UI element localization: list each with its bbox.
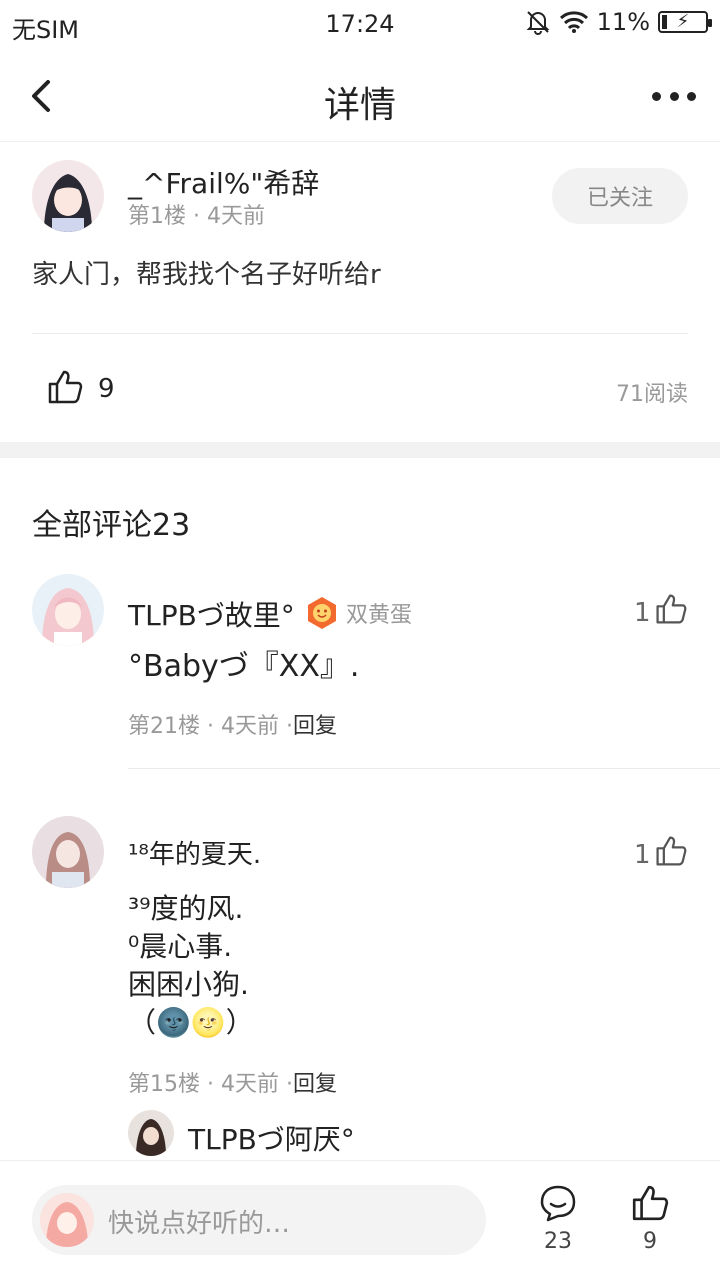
meta-dot: · (207, 714, 221, 739)
meta-dot: · (286, 714, 293, 739)
reply-link[interactable]: 回复 (293, 1072, 337, 1097)
user-badge: 双黄蛋 (306, 596, 412, 630)
comment-line: 困困小狗. (128, 968, 249, 1001)
like-icon (632, 1185, 669, 1221)
comment-like-count: 1 (634, 840, 651, 870)
comment-meta: 第21楼 · 4天前 ·回复 (128, 708, 337, 740)
comment-time: 4天前 (221, 1072, 279, 1097)
post-like-count: 9 (98, 374, 115, 404)
comment-count: 23 (544, 1229, 572, 1254)
post-time: 4天前 (207, 204, 265, 229)
comment-line: ⁰晨心事. (128, 930, 233, 963)
like-count: 9 (643, 1229, 657, 1254)
comment-icon (540, 1185, 576, 1222)
reply-link[interactable]: 回复 (293, 714, 337, 739)
comment-avatar[interactable] (32, 816, 104, 888)
bottom-bar: 快说点好听的… 23 9 (0, 1160, 720, 1280)
comment-time: 4天前 (221, 714, 279, 739)
comment-input[interactable]: 快说点好听的… (32, 1185, 486, 1255)
bolt-icon: ⚡ (676, 11, 690, 32)
badge-label: 双黄蛋 (346, 603, 413, 628)
like-icon[interactable] (46, 368, 84, 406)
more-icon[interactable] (652, 80, 696, 112)
post-read-count: 71阅读 (616, 382, 688, 407)
sub-reply-author[interactable]: TLPBづ阿厌° (188, 1118, 355, 1158)
comment-floor: 第21楼 (128, 714, 200, 739)
comment-author[interactable]: TLPBづ故里° (128, 594, 295, 634)
like-button[interactable]: 9 (620, 1183, 680, 1254)
divider (128, 768, 720, 769)
meta-dot: · (286, 1072, 293, 1097)
battery-charging-icon: ⚡ (658, 11, 712, 33)
comment-floor: 第15楼 (128, 1072, 200, 1097)
comment-like-icon[interactable] (654, 592, 688, 626)
comment-meta: 第15楼 · 4天前 ·回复 (128, 1066, 337, 1098)
mute-bell-icon (526, 11, 550, 35)
comment-count-button[interactable]: 23 (528, 1183, 588, 1254)
meta-dot: · (207, 1072, 221, 1097)
comment-line: ³⁹度的风. (128, 892, 244, 925)
post-floor: 第1楼 (128, 204, 186, 229)
wifi-icon (559, 11, 588, 33)
app-screen: 无SIM 17:24 11% ⚡ 详情 _^Frail%"希辞 第1楼 · 4天… (0, 0, 720, 1280)
nav-bar: 详情 (0, 50, 720, 142)
more-dot (652, 91, 661, 101)
comment-placeholder: 快说点好听的… (108, 1209, 291, 1239)
comment-author[interactable]: ¹⁸年的夏天. (128, 836, 261, 874)
status-bar: 无SIM 17:24 11% ⚡ (0, 0, 720, 50)
comments-title: 全部评论23 (32, 508, 191, 543)
comment-like-icon[interactable] (654, 834, 688, 868)
status-right: 11% ⚡ (525, 8, 712, 36)
comment-like-count: 1 (634, 598, 651, 628)
my-avatar (40, 1193, 94, 1247)
comment-text: °Babyづ『XX』. (128, 649, 360, 684)
badge-icon (308, 597, 336, 629)
comment-avatar[interactable] (32, 574, 104, 646)
post-author-name[interactable]: _^Frail%"希辞 (128, 162, 319, 202)
more-dot (669, 91, 679, 101)
page-title: 详情 (323, 85, 396, 126)
post-meta: 第1楼 · 4天前 (128, 198, 265, 230)
more-dot (687, 91, 696, 101)
follow-button[interactable]: 已关注 (552, 168, 688, 224)
section-separator (0, 442, 720, 458)
divider (32, 333, 688, 334)
meta-dot: · (193, 204, 207, 229)
post-author-avatar[interactable] (32, 160, 104, 232)
sub-reply-avatar[interactable] (128, 1110, 174, 1156)
battery-percent: 11% (596, 8, 650, 36)
post-content: 家人门，帮我找个名子好听给r (32, 260, 381, 290)
comment-emoji-line: （🌚🌝） (128, 1006, 254, 1039)
